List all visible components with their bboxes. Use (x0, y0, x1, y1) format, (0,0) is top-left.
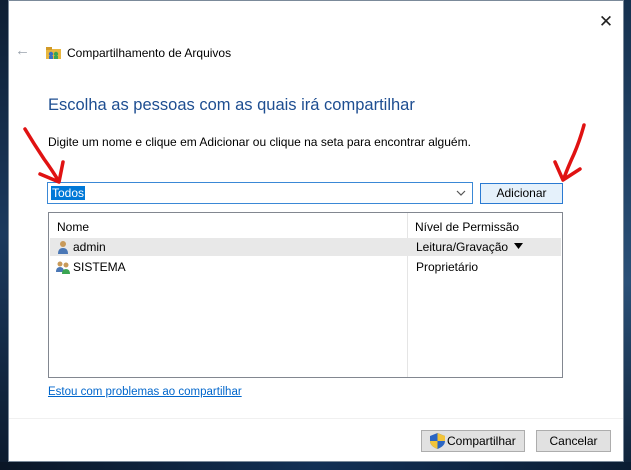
annotation-arrow-left (23, 127, 65, 184)
share-folder-icon (46, 47, 61, 59)
file-sharing-dialog: ✕ ← Compartilhamento de Arquivos Escolha… (8, 0, 624, 462)
share-button[interactable]: Compartilhar (421, 430, 525, 452)
page-heading: Escolha as pessoas com as quais irá comp… (48, 96, 415, 114)
instruction-text: Digite um nome e clique em Adicionar ou … (48, 135, 471, 149)
uac-shield-icon (430, 433, 445, 449)
user-combo-box[interactable]: Todos (47, 182, 473, 204)
user-icon (58, 241, 68, 254)
dropdown-arrow-icon[interactable] (514, 243, 523, 249)
list-row-admin[interactable]: admin Leitura/Gravação (50, 238, 561, 256)
chevron-down-icon[interactable] (455, 186, 467, 200)
back-arrow-icon[interactable]: ← (15, 43, 31, 59)
combo-selected-value[interactable]: Todos (51, 186, 86, 200)
sharing-help-link[interactable]: Estou com problemas ao compartilhar (48, 386, 242, 398)
row-name: admin (73, 240, 106, 254)
row-name: SISTEMA (73, 260, 126, 274)
desktop-background-left (0, 0, 8, 470)
share-button-label: Compartilhar (447, 434, 516, 448)
column-header-name[interactable]: Nome (57, 220, 89, 234)
window-title: Compartilhamento de Arquivos (67, 46, 232, 60)
column-header-permission[interactable]: Nível de Permissão (415, 220, 519, 234)
group-icon (56, 261, 70, 274)
cancel-button[interactable]: Cancelar (536, 430, 611, 452)
list-row-sistema[interactable]: SISTEMA Proprietário (50, 258, 561, 276)
desktop-background-bottom (0, 462, 631, 470)
row-permission: Proprietário (416, 260, 479, 274)
annotation-arrow-right (553, 123, 586, 182)
footer-divider (9, 418, 623, 419)
row-permission[interactable]: Leitura/Gravação (416, 240, 508, 254)
close-icon[interactable]: ✕ (594, 11, 618, 33)
desktop-background-right (624, 0, 631, 470)
sharing-list: Nome Nível de Permissão admin Leitura/Gr… (48, 212, 563, 378)
add-button[interactable]: Adicionar (480, 183, 563, 204)
